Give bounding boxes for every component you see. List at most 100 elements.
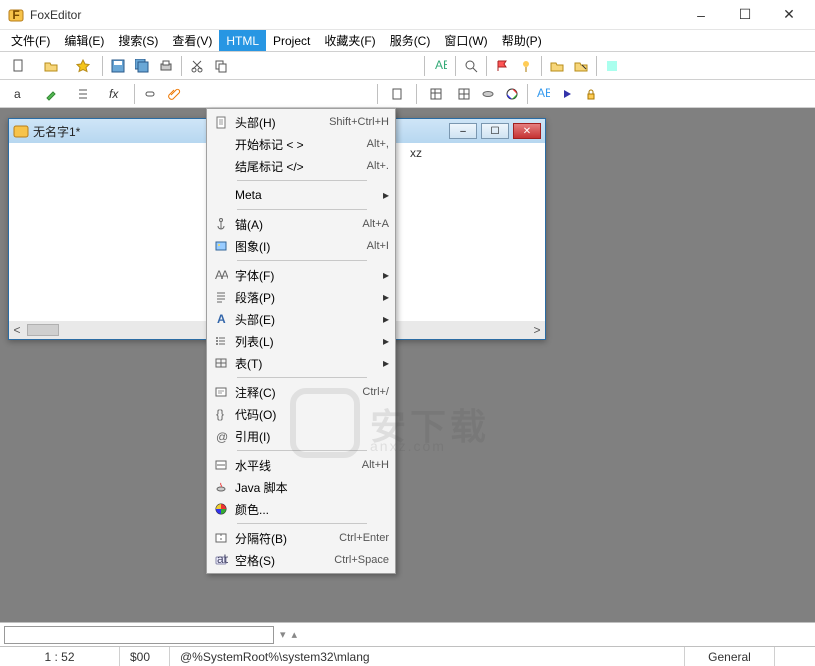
folder-button[interactable] xyxy=(546,55,568,77)
menuitem-shortcut: Alt+. xyxy=(367,160,389,172)
toolbar-2: a fx AB xyxy=(0,80,815,108)
find-prev-icon[interactable]: ▴ xyxy=(292,628,298,641)
print-button[interactable] xyxy=(155,55,177,77)
menuitem-a[interactable]: 锚(A)Alt+A xyxy=(207,213,395,235)
flag-button[interactable] xyxy=(491,55,513,77)
menu-帮助p[interactable]: 帮助(P) xyxy=(495,30,549,51)
play-button[interactable] xyxy=(556,83,578,105)
pushpin-button[interactable] xyxy=(515,55,537,77)
text-tool-button[interactable]: a xyxy=(4,83,34,105)
spellcheck-button[interactable]: ABC xyxy=(429,55,451,77)
edit-folder-button[interactable] xyxy=(570,55,592,77)
highlight-button[interactable] xyxy=(601,55,623,77)
menuitem-label: 颜色... xyxy=(235,501,389,518)
svg-text:AB: AB xyxy=(537,87,550,100)
menuitem-h[interactable]: 头部(H)Shift+Ctrl+H xyxy=(207,111,395,133)
open-button[interactable] xyxy=(36,55,66,77)
head-icon: A xyxy=(211,311,231,327)
new-button[interactable] xyxy=(4,55,34,77)
close-button[interactable]: ✕ xyxy=(771,0,807,30)
save-button[interactable] xyxy=(107,55,129,77)
menuitem-label: 结尾标记 </> xyxy=(235,158,367,175)
font-icon: AA xyxy=(211,267,231,283)
menuitem-e[interactable]: A头部(E)▸ xyxy=(207,308,395,330)
menuitem-label: 列表(L) xyxy=(235,333,379,350)
lock-button[interactable] xyxy=(580,83,602,105)
code-icon: {} xyxy=(211,406,231,422)
menuitem-label: 引用(I) xyxy=(235,428,389,445)
menuitem-s[interactable]: ab空格(S)Ctrl+Space xyxy=(207,549,395,571)
attachment-button[interactable] xyxy=(163,83,185,105)
disk-button[interactable] xyxy=(477,83,499,105)
app-icon: F xyxy=(8,7,24,23)
menu-窗口w[interactable]: 窗口(W) xyxy=(437,30,494,51)
image-icon xyxy=(211,238,231,254)
menuitem-shortcut: Alt+I xyxy=(367,240,389,252)
editor-minimize-button[interactable]: – xyxy=(449,123,477,139)
menu-文件f[interactable]: 文件(F) xyxy=(4,30,57,51)
function-button[interactable]: fx xyxy=(100,83,130,105)
status-code: $00 xyxy=(120,647,170,666)
menuitem-[interactable]: 结尾标记 </>Alt+. xyxy=(207,155,395,177)
list-tool-button[interactable] xyxy=(68,83,98,105)
table-tool-button[interactable] xyxy=(453,83,475,105)
editor-maximize-button[interactable]: ☐ xyxy=(481,123,509,139)
menu-服务c[interactable]: 服务(C) xyxy=(383,30,438,51)
scroll-left-icon[interactable]: < xyxy=(9,323,25,337)
menuitem-label: 代码(O) xyxy=(235,406,389,423)
submenu-arrow-icon: ▸ xyxy=(379,188,389,202)
quote-icon: @ xyxy=(211,428,231,444)
scroll-thumb[interactable] xyxy=(27,324,59,336)
submenu-arrow-icon: ▸ xyxy=(379,334,389,348)
menuitem-t[interactable]: 表(T)▸ xyxy=(207,352,395,374)
menuitem-p[interactable]: 段落(P)▸ xyxy=(207,286,395,308)
brush-button[interactable] xyxy=(36,83,66,105)
search-button[interactable] xyxy=(460,55,482,77)
toolbar-1: ABC xyxy=(0,52,815,80)
menu-编辑e[interactable]: 编辑(E) xyxy=(57,30,111,51)
editor-close-button[interactable]: ✕ xyxy=(513,123,541,139)
menuitem-l[interactable]: 列表(L)▸ xyxy=(207,330,395,352)
color-icon xyxy=(211,501,231,517)
cut-button[interactable] xyxy=(186,55,208,77)
save-all-button[interactable] xyxy=(131,55,153,77)
menuitem-shortcut: Ctrl+/ xyxy=(362,386,389,398)
menuitem-java[interactable]: Java 脚本 xyxy=(207,476,395,498)
blank-icon xyxy=(211,136,231,152)
space-icon: ab xyxy=(211,552,231,568)
editor-file-icon xyxy=(13,123,29,139)
menuitem-[interactable]: 开始标记 < >Alt+, xyxy=(207,133,395,155)
menuitem-b[interactable]: 分隔符(B)Ctrl+Enter xyxy=(207,527,395,549)
copy-button[interactable] xyxy=(210,55,232,77)
menu-收藏夹f[interactable]: 收藏夹(F) xyxy=(317,30,382,51)
maximize-button[interactable]: ☐ xyxy=(727,0,763,30)
menu-查看v[interactable]: 查看(V) xyxy=(165,30,219,51)
search-input[interactable] xyxy=(4,626,274,644)
favorite-button[interactable] xyxy=(68,55,98,77)
menuitem-i[interactable]: @引用(I) xyxy=(207,425,395,447)
statusbar: 1 : 52 $00 @%SystemRoot%\system32\mlang … xyxy=(0,646,815,666)
anchor-icon xyxy=(211,216,231,232)
menu-html[interactable]: HTML xyxy=(219,30,266,51)
menuitem-meta[interactable]: Meta▸ xyxy=(207,184,395,206)
link-button[interactable] xyxy=(139,83,161,105)
menuitem-i[interactable]: 图象(I)Alt+I xyxy=(207,235,395,257)
text-ab-button[interactable]: AB xyxy=(532,83,554,105)
menu-搜索s[interactable]: 搜索(S) xyxy=(111,30,165,51)
menuitem-c[interactable]: 注释(C)Ctrl+/ xyxy=(207,381,395,403)
menu-project[interactable]: Project xyxy=(266,30,317,51)
doc-tool-button[interactable] xyxy=(382,83,412,105)
menuitem-o[interactable]: {}代码(O) xyxy=(207,403,395,425)
scroll-right-icon[interactable]: > xyxy=(529,323,545,337)
comment-icon xyxy=(211,384,231,400)
find-next-icon[interactable]: ▾ xyxy=(280,628,286,641)
hr-icon xyxy=(211,457,231,473)
window-title: FoxEditor xyxy=(30,8,683,22)
color-button[interactable] xyxy=(501,83,523,105)
minimize-button[interactable]: – xyxy=(683,0,719,30)
layout-tool-button[interactable] xyxy=(421,83,451,105)
submenu-arrow-icon: ▸ xyxy=(379,356,389,370)
menuitem-[interactable]: 水平线Alt+H xyxy=(207,454,395,476)
menuitem-f[interactable]: AA字体(F)▸ xyxy=(207,264,395,286)
menuitem-[interactable]: 颜色... xyxy=(207,498,395,520)
